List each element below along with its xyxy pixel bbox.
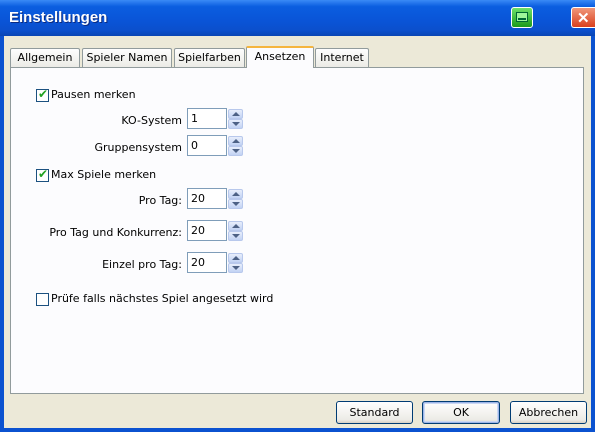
spin-up-icon[interactable] xyxy=(228,253,243,263)
einzel-pro-tag-label: Einzel pro Tag: xyxy=(102,258,182,271)
spin-up-icon[interactable] xyxy=(228,136,243,146)
check-icon: ✔ xyxy=(38,87,49,101)
ok-button[interactable]: OK xyxy=(422,401,500,424)
tab-allgemein[interactable]: Allgemein xyxy=(10,48,80,67)
window-frame-bottom xyxy=(0,428,595,432)
gruppensystem-input[interactable]: 0 xyxy=(187,135,227,156)
minimize-window-icon xyxy=(516,12,528,22)
settings-dialog: Einstellungen ✕ Allgemein Spieler Namen … xyxy=(0,0,595,432)
tab-internet[interactable]: Internet xyxy=(315,48,369,67)
tab-spielfarben[interactable]: Spielfarben xyxy=(174,48,245,67)
einzel-pro-tag-input[interactable]: 20 xyxy=(187,252,227,273)
window-frame-left xyxy=(0,36,4,432)
gruppensystem-label: Gruppensystem xyxy=(94,141,183,154)
spin-down-icon[interactable] xyxy=(228,231,243,241)
close-icon: ✕ xyxy=(577,10,590,27)
einzel-pro-tag-stepper[interactable]: 20 xyxy=(187,252,245,273)
spin-down-icon[interactable] xyxy=(228,146,243,156)
pro-tag-stepper[interactable]: 20 xyxy=(187,188,245,209)
ko-system-label: KO-System xyxy=(121,114,182,127)
pausen-merken-label: Pausen merken xyxy=(51,88,136,101)
gruppensystem-stepper[interactable]: 0 xyxy=(187,135,245,156)
spin-down-icon[interactable] xyxy=(228,263,243,273)
ko-system-stepper[interactable]: 1 xyxy=(187,108,245,129)
window-app-icon-button[interactable] xyxy=(511,7,533,28)
tab-ansetzen[interactable]: Ansetzen xyxy=(246,46,314,68)
spin-up-icon[interactable] xyxy=(228,189,243,199)
pruefe-naechstes-spiel-checkbox[interactable] xyxy=(36,293,49,306)
spin-up-icon[interactable] xyxy=(228,109,243,119)
window-frame-right xyxy=(591,36,595,432)
pausen-merken-checkbox[interactable]: ✔ xyxy=(36,87,49,102)
standard-button[interactable]: Standard xyxy=(336,401,413,424)
pruefe-naechstes-spiel-label: Prüfe falls nächstes Spiel angesetzt wir… xyxy=(51,292,274,305)
spin-down-icon[interactable] xyxy=(228,119,243,129)
pro-tag-konkurrenz-label: Pro Tag und Konkurrenz: xyxy=(49,226,182,239)
cancel-button[interactable]: Abbrechen xyxy=(510,401,587,424)
pro-tag-input[interactable]: 20 xyxy=(187,188,227,209)
title-bar[interactable]: Einstellungen ✕ xyxy=(0,0,595,36)
window-title: Einstellungen xyxy=(9,9,108,26)
spin-up-icon[interactable] xyxy=(228,221,243,231)
ko-system-input[interactable]: 1 xyxy=(187,108,227,129)
check-icon: ✔ xyxy=(38,167,49,181)
pro-tag-konkurrenz-stepper[interactable]: 20 xyxy=(187,220,245,241)
max-spiele-merken-label: Max Spiele merken xyxy=(51,168,157,181)
tab-spieler-namen[interactable]: Spieler Namen xyxy=(82,48,172,67)
pro-tag-label: Pro Tag: xyxy=(138,194,182,207)
close-button[interactable]: ✕ xyxy=(571,7,595,28)
spin-down-icon[interactable] xyxy=(228,199,243,209)
max-spiele-merken-checkbox[interactable]: ✔ xyxy=(36,167,49,182)
pro-tag-konkurrenz-input[interactable]: 20 xyxy=(187,220,227,241)
